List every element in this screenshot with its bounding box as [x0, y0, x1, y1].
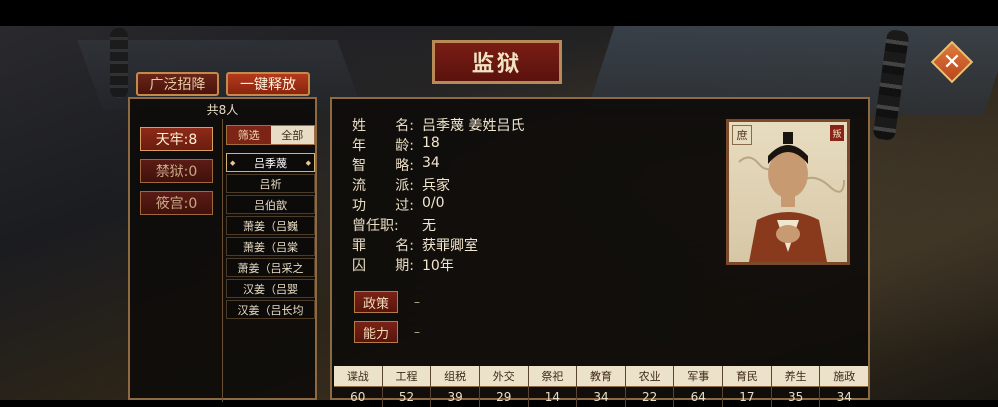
stat-name: 养生	[771, 366, 820, 387]
intellect-value: 34	[422, 155, 440, 171]
stat-value: 22	[642, 390, 658, 404]
stat-value: 39	[447, 390, 463, 404]
filter-label: 筛选	[227, 126, 271, 144]
info-name: 姓名: 吕季蔑 姜姓吕氏	[352, 115, 524, 135]
prisoner-detail-panel: 姓名: 吕季蔑 姜姓吕氏 年龄: 18 智略: 34 流派: 兵家 功过: 0/…	[330, 97, 870, 407]
stat-value: 52	[398, 390, 415, 404]
filter-control[interactable]: 筛选 全部	[226, 125, 315, 145]
stat-name: 施政	[820, 366, 869, 387]
stat-value: 34	[593, 390, 609, 404]
stat-name: 组税	[431, 366, 479, 387]
prisoner-item[interactable]: 萧姜（吕采之	[226, 258, 315, 277]
category-tianlao[interactable]: 天牢:8	[140, 127, 213, 151]
school-value: 兵家	[422, 178, 450, 194]
prisoner-item[interactable]: 汉姜（吕长均	[226, 300, 315, 319]
stat-name: 谍战	[334, 366, 382, 387]
filter-value[interactable]: 全部	[270, 126, 314, 144]
prisoner-item[interactable]: 萧姜（吕巍	[226, 216, 315, 235]
stat-column: 教育 34	[576, 366, 625, 407]
stat-name: 农业	[625, 366, 674, 387]
info-age: 年龄: 18	[352, 135, 440, 154]
stat-column: 祭祀 14	[527, 366, 577, 407]
stat-name: 教育	[577, 366, 625, 387]
ability-button[interactable]: 能力	[354, 321, 398, 343]
stat-column: 养生 35	[770, 366, 820, 407]
mass-recruit-button[interactable]: 广泛招降	[136, 72, 219, 96]
age-value: 18	[422, 135, 440, 151]
info-crime: 罪名: 获罪卿室	[352, 235, 478, 255]
stat-column: 谍战 60	[334, 366, 382, 407]
stat-name: 外交	[479, 366, 528, 387]
panel-divider	[222, 119, 223, 402]
stat-column: 外交 29	[478, 366, 528, 407]
stat-name: 育民	[723, 366, 771, 387]
info-school: 流派: 兵家	[352, 175, 450, 195]
close-icon: ✕	[942, 49, 962, 75]
stat-name: 军事	[674, 366, 723, 387]
info-former-post: 曾任职: 无	[352, 215, 436, 235]
stat-column: 育民 17	[722, 366, 771, 407]
prisoner-item[interactable]: 吕伯歆	[226, 195, 315, 214]
crime-value: 获罪卿室	[422, 238, 478, 254]
rebel-badge: 叛	[830, 125, 844, 141]
stat-name: 工程	[382, 366, 431, 387]
stat-value: 60	[350, 390, 366, 404]
stats-table: 谍战 60 工程 52 组税 39 外交 29 祭祀 14 教育 34 农业 22 军事 64 …	[334, 366, 869, 407]
stat-column: 军事 64	[673, 366, 723, 407]
category-jinyu[interactable]: 禁狱:0	[140, 159, 213, 183]
prisoner-count: 共8人	[206, 103, 239, 117]
stat-value: 29	[496, 390, 512, 404]
stat-value: 17	[739, 390, 755, 404]
stat-value: 35	[787, 390, 804, 404]
prisoner-item[interactable]: 萧姜（吕棠	[226, 237, 315, 256]
stat-name: 祭祀	[528, 366, 577, 387]
policy-value: –	[414, 295, 420, 309]
info-intellect: 智略: 34	[352, 155, 440, 174]
prisoner-item[interactable]: 吕祈	[226, 174, 315, 193]
sentence-value: 10年	[422, 258, 454, 274]
prisoner-portrait: 庶 叛	[726, 119, 850, 265]
former-post-value: 无	[422, 218, 436, 234]
merit-value: 0/0	[422, 195, 445, 211]
ability-value: –	[414, 325, 420, 339]
policy-button[interactable]: 政策	[354, 291, 398, 313]
name-value: 吕季蔑 姜姓吕氏	[422, 118, 525, 134]
release-all-button[interactable]: 一键释放	[226, 72, 310, 96]
info-sentence: 囚期: 10年	[352, 255, 454, 275]
chain-decoration	[110, 28, 128, 98]
stat-column: 工程 52	[381, 366, 431, 407]
page-title: 监狱	[432, 40, 562, 84]
stat-column: 农业 22	[624, 366, 674, 407]
stat-value: 34	[836, 390, 852, 404]
stat-column: 组税 39	[430, 366, 479, 407]
stat-value: 64	[690, 390, 706, 404]
prisoner-list-panel: 共8人 天牢:8 禁狱:0 筱宫:0 筛选 全部 吕季蔑 吕祈 吕伯歆 萧姜（吕…	[128, 97, 317, 402]
info-merit: 功过: 0/0	[352, 195, 445, 214]
stat-value: 14	[544, 390, 561, 404]
stat-column: 施政 34	[819, 366, 869, 407]
category-xiaogong[interactable]: 筱宫:0	[140, 191, 213, 215]
prisoner-item[interactable]: 汉姜（吕婴	[226, 279, 315, 298]
status-badge: 庶	[732, 125, 752, 145]
prisoner-item[interactable]: 吕季蔑	[226, 153, 315, 172]
